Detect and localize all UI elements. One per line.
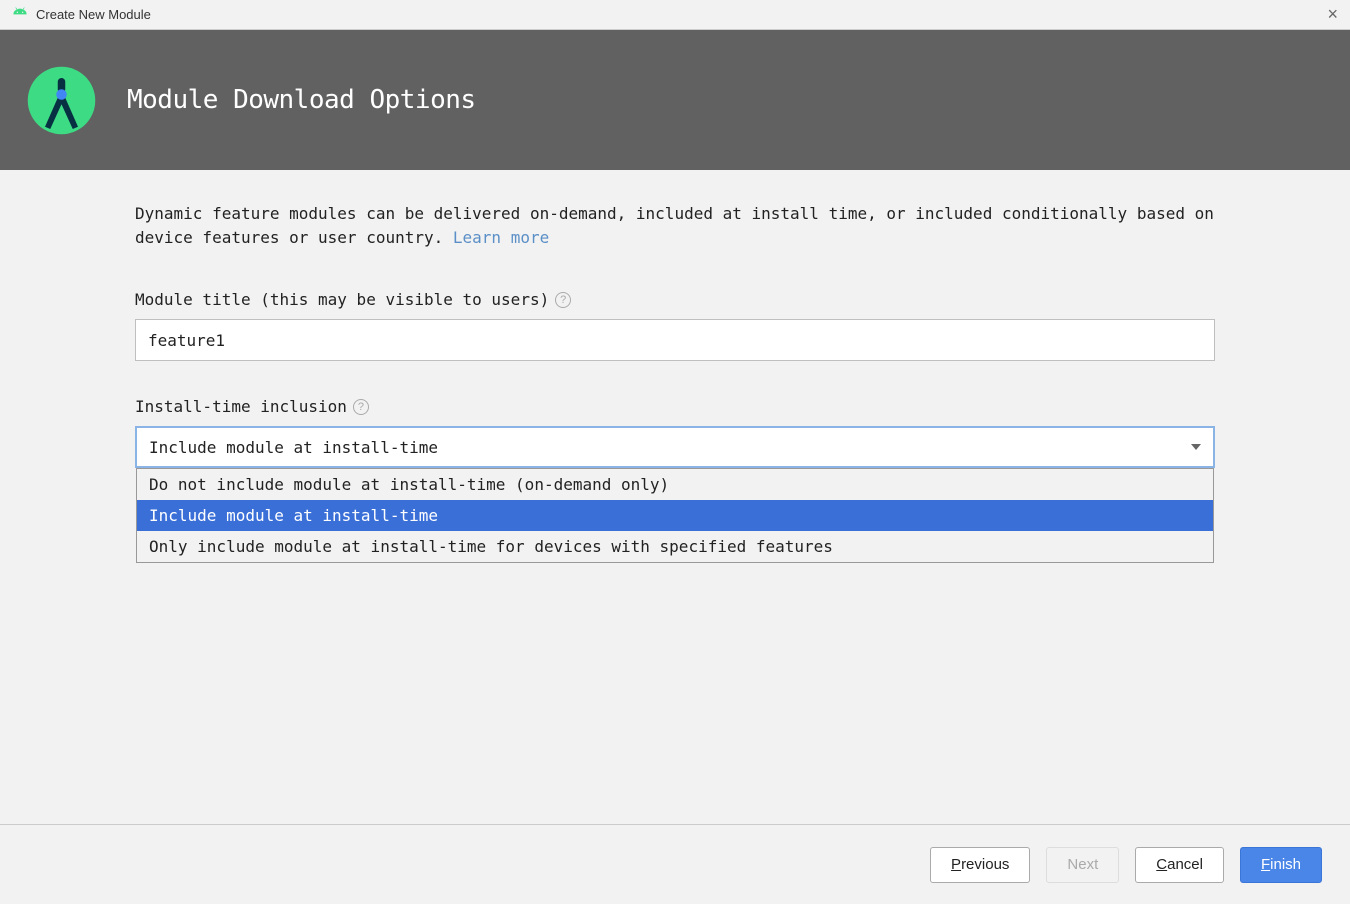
install-inclusion-label: Install-time inclusion ? xyxy=(135,397,1215,416)
module-title-field: Module title (this may be visible to use… xyxy=(135,290,1215,361)
android-mini-icon xyxy=(12,7,28,23)
content-area: Dynamic feature modules can be delivered… xyxy=(0,170,1350,824)
title-bar: Create New Module × xyxy=(0,0,1350,30)
android-studio-icon xyxy=(24,63,99,138)
header-banner: Module Download Options xyxy=(0,30,1350,170)
btn-text: inish xyxy=(1270,856,1301,873)
btn-text: revious xyxy=(961,856,1009,873)
window-title: Create New Module xyxy=(36,7,151,22)
module-title-label: Module title (this may be visible to use… xyxy=(135,290,1215,309)
help-icon[interactable]: ? xyxy=(555,292,571,308)
description-body: Dynamic feature modules can be delivered… xyxy=(135,204,1214,247)
install-inclusion-field: Install-time inclusion ? Include module … xyxy=(135,397,1215,468)
description-text: Dynamic feature modules can be delivered… xyxy=(135,202,1215,250)
module-title-input[interactable] xyxy=(135,319,1215,361)
footer-bar: Previous Next Cancel Finish xyxy=(0,824,1350,904)
previous-button[interactable]: Previous xyxy=(930,847,1030,883)
dropdown-option[interactable]: Do not include module at install-time (o… xyxy=(137,469,1213,500)
finish-button[interactable]: Finish xyxy=(1240,847,1322,883)
cancel-button[interactable]: Cancel xyxy=(1135,847,1224,883)
chevron-down-icon xyxy=(1191,444,1201,450)
dropdown-list: Do not include module at install-time (o… xyxy=(136,468,1214,563)
btn-text: ancel xyxy=(1167,856,1203,873)
install-inclusion-dropdown[interactable]: Include module at install-time Do not in… xyxy=(135,426,1215,468)
install-inclusion-label-text: Install-time inclusion xyxy=(135,397,347,416)
dropdown-selected-value: Include module at install-time xyxy=(149,438,438,457)
module-title-label-text: Module title (this may be visible to use… xyxy=(135,290,549,309)
close-icon[interactable]: × xyxy=(1327,4,1338,25)
help-icon[interactable]: ? xyxy=(353,399,369,415)
learn-more-link[interactable]: Learn more xyxy=(453,228,549,247)
page-title: Module Download Options xyxy=(127,85,476,115)
dropdown-option[interactable]: Only include module at install-time for … xyxy=(137,531,1213,562)
next-button: Next xyxy=(1046,847,1119,883)
dropdown-option[interactable]: Include module at install-time xyxy=(137,500,1213,531)
